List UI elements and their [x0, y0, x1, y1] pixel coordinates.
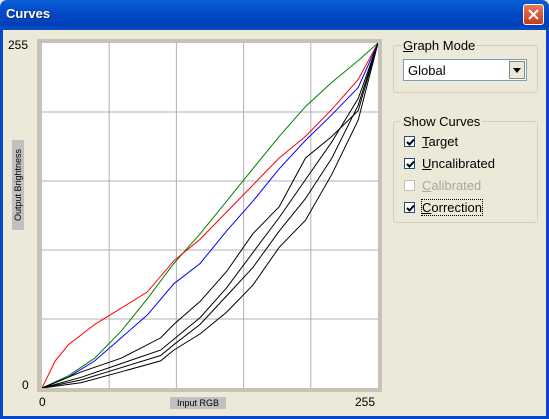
chevron-down-icon	[513, 68, 521, 73]
check-icon	[406, 204, 415, 212]
graph-mode-label: Graph Mode	[401, 38, 478, 53]
curve-line-1	[41, 42, 379, 389]
curves-plot	[41, 42, 379, 389]
correction-label: Correction	[421, 199, 483, 216]
close-icon	[528, 9, 539, 20]
check-icon	[406, 138, 415, 146]
curve-line-3	[41, 42, 379, 389]
close-button[interactable]	[523, 4, 544, 25]
check-icon	[406, 160, 415, 168]
curves-chart	[41, 42, 379, 389]
x-axis-max-label: 255	[355, 395, 376, 409]
curve-line-4	[41, 42, 379, 389]
y-axis-title-text: Output Brightness	[13, 148, 23, 222]
y-axis-min-label: 0	[22, 378, 29, 392]
window-title: Curves	[6, 6, 51, 21]
curve-line-0	[41, 42, 379, 389]
calibrated-checkbox-box[interactable]	[404, 180, 415, 191]
curves-window: Curves 255 0 0 255 Output Brightness Inp…	[0, 0, 549, 419]
correction-checkbox-box[interactable]	[404, 202, 415, 213]
curve-line-6	[41, 42, 379, 389]
curve-line-2	[41, 42, 379, 389]
graph-mode-value: Global	[408, 63, 446, 78]
x-axis-min-label: 0	[39, 395, 46, 409]
y-axis-max-label: 255	[8, 38, 29, 52]
calibrated-label: Calibrated	[422, 178, 482, 193]
show-curves-label: Show Curves	[401, 114, 483, 129]
graph-mode-select[interactable]: Global	[403, 59, 527, 81]
x-axis-title: Input RGB	[170, 397, 226, 409]
uncalibrated-checkbox-box[interactable]	[404, 158, 415, 169]
window-border-left	[0, 30, 3, 419]
target-label: Target	[422, 134, 459, 149]
target-checkbox-box[interactable]	[404, 136, 415, 147]
graph-mode-dropdown-button[interactable]	[509, 61, 525, 79]
uncalibrated-label: Uncalibrated	[422, 156, 495, 171]
curve-line-5	[41, 42, 379, 389]
y-axis-title: Output Brightness	[12, 140, 24, 230]
title-bar[interactable]: Curves	[0, 0, 549, 30]
